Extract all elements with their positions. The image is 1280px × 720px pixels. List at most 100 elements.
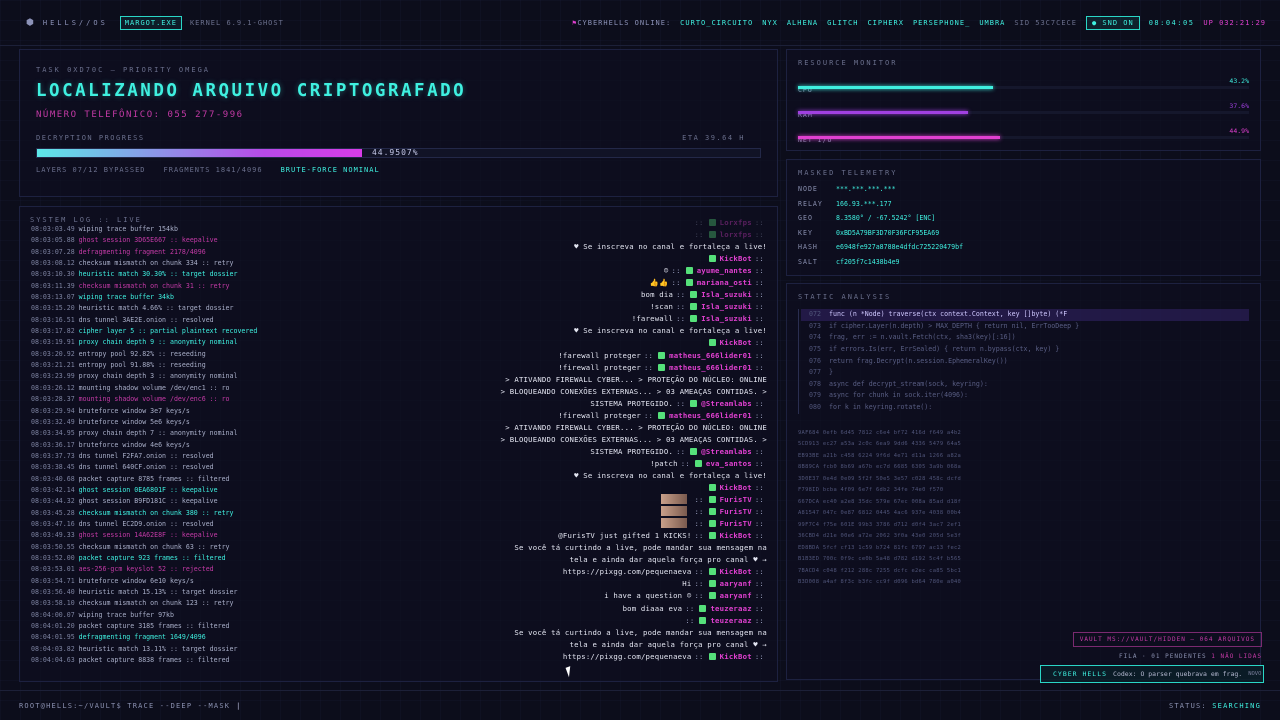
chat-line: i have a question ☺:: aaryanf:: (427, 590, 767, 602)
code-line: 077} (801, 367, 1249, 379)
chat-username[interactable]: teuzeraaz (710, 604, 751, 613)
badge-icon (699, 616, 707, 624)
chat-username[interactable]: teuzeraaz (710, 616, 751, 625)
log-line: 08:03:44.32 ghost session B9FD181C :: kee… (31, 496, 331, 507)
log-line: 08:03:50.55 checksum mismatch on chunk 63… (31, 542, 331, 553)
chat-separator: :: (643, 350, 654, 360)
chat-message: SISTEMA PROTEGIDO. (590, 398, 674, 408)
chat-username[interactable]: KickBot (720, 254, 752, 263)
code-line: 072 func (n *Node) traverse(ctx context.C… (801, 309, 1249, 321)
log-timestamp: 08:03:54.71 (31, 576, 75, 585)
telemetry-row: SALT cf205f7c1438b4e9 (798, 255, 1249, 270)
chat-message: !patch (650, 458, 678, 468)
chat-username[interactable]: ayume_nantes (697, 266, 752, 275)
log-line: 08:03:36.17 bruteforce window 4e6 keys/s (31, 440, 331, 451)
log-message: ghost session 14A62E8F :: keepalive (78, 531, 218, 540)
chat-message: tela e ainda dar aquela força pro canal … (569, 555, 767, 565)
chat-separator: :: (643, 410, 654, 420)
online-users: CURTO_CIRCUITO NYX ALHENA GLITCH CIPHERX PERS… (680, 19, 1005, 27)
chat-username[interactable]: KickBot (720, 338, 752, 347)
log-line: 08:03:47.16 dns tunnel EC2D9.onion :: res… (31, 519, 331, 530)
chat-username[interactable]: matheus_666lider01 (669, 351, 752, 360)
task-tag: TASK 0XD70C — PRIORITY OMEGA (36, 66, 211, 74)
online-user[interactable]: UMBRA (979, 19, 1005, 27)
telemetry-row: HASH e6948fe927a8788e4dfdc725220479bf (798, 240, 1249, 255)
chat-username[interactable]: Lorxfps (720, 218, 752, 227)
log-message: heuristic match 4.66% :: target dossier (78, 304, 234, 313)
badge-icon (658, 411, 666, 419)
badge-icon (708, 231, 716, 239)
chat-username[interactable]: lorxfps (720, 230, 752, 239)
chat-separator: :: (754, 350, 764, 360)
chat-username[interactable]: mariana_osti (697, 278, 752, 287)
chat-username[interactable]: aaryanf (720, 579, 752, 588)
log-message: heuristic match 30.30% :: target dossier (78, 270, 238, 279)
online-label: ⚑CYBERHELLS ONLINE: (572, 18, 672, 27)
user-pill[interactable]: MARGOT.EXE (119, 15, 182, 30)
log-line: 08:03:52.00 packet capture 923 frames :: … (31, 553, 331, 564)
log-lines: 08:03:03.49 wiping trace buffer 154kb 08:0… (31, 224, 331, 666)
notification-toast[interactable]: CYBER HELLS Codex: O parser quebrava em … (1040, 665, 1264, 683)
online-user[interactable]: CIPHERX (867, 19, 904, 27)
chat-username[interactable]: KickBot (720, 567, 752, 576)
log-timestamp: 08:03:40.68 (31, 474, 75, 483)
chat-username[interactable]: @Streamlabs (701, 399, 752, 408)
log-message: checksum mismatch on chunk 380 :: retry (78, 508, 234, 517)
line-number: 073 (809, 321, 821, 330)
code-text: if cipher.Layer(n.depth) > MAX_DEPTH { r… (829, 321, 1080, 330)
chat-username[interactable]: Isla_suzuki (701, 290, 752, 299)
chat-separator: :: (754, 567, 764, 577)
chat-username[interactable]: aaryanf (720, 591, 752, 600)
chat-username[interactable]: matheus_666lider01 (669, 411, 752, 420)
masked-telemetry-panel: MASKED TELEMETRY NODE ***.***.***.*** RELA… (786, 159, 1261, 276)
log-timestamp: 08:03:23.99 (31, 372, 75, 381)
line-number: 078 (809, 379, 821, 388)
chat-line: !farewall:: Isla_suzuki:: (427, 313, 767, 325)
badge-icon (708, 592, 716, 600)
telemetry-row: GEO 8.3580° / -67.5242° [ENC] (798, 211, 1249, 226)
chat-username[interactable]: matheus_666lider01 (669, 363, 752, 372)
resource-row: CPU 43.2% (798, 77, 1249, 94)
chat-line: bom dia:: Isla_suzuki:: (427, 289, 767, 301)
chat-username[interactable]: Isla_suzuki (701, 302, 752, 311)
chat-username[interactable]: FurisTV (720, 495, 752, 504)
chat-separator: :: (685, 615, 695, 625)
chat-username[interactable]: FurisTV (720, 519, 752, 528)
sound-toggle[interactable]: ● SND ON (1085, 15, 1140, 30)
log-line: 08:03:32.49 bruteforce window 5e6 keys/s (31, 417, 331, 428)
chat-username[interactable]: Isla_suzuki (701, 314, 752, 323)
chat-username[interactable]: KickBot (720, 652, 752, 661)
log-message: proxy chain depth 3 :: anonymity nominal (78, 372, 238, 381)
code-line: 075 if errors.Is(err, ErrSealed) { return… (801, 344, 1249, 356)
online-user[interactable]: ALHENA (787, 19, 818, 27)
chat-separator: :: (671, 266, 681, 276)
chat-message: > ATIVANDO FIREWALL CYBER... > PROTEÇÃO … (505, 422, 767, 432)
code-line: 076 return frag.Decrypt(n.session.Ephemer… (801, 356, 1249, 368)
log-line: 08:03:53.01 aes-256-gcm keyslot 52 :: rej… (31, 564, 331, 575)
resource-track (798, 136, 1249, 139)
chat-message: ♥ Se inscreva no canal e fortaleça a liv… (574, 326, 767, 336)
online-user[interactable]: GLITCH (827, 19, 858, 27)
chat-username[interactable]: KickBot (720, 483, 752, 492)
resource-fill (798, 111, 968, 114)
online-user[interactable]: CURTO_CIRCUITO (680, 19, 753, 27)
bottom-bar: ROOT@HELLS:~/VAULT$ TRACE --DEEP --MASK … (0, 690, 1280, 720)
chat-username[interactable]: FurisTV (720, 507, 752, 516)
online-user[interactable]: NYX (762, 19, 778, 27)
chat-line: !patch:: eva_santos:: (427, 458, 767, 470)
chat-separator: :: (754, 458, 764, 468)
log-timestamp: 08:03:52.00 (31, 553, 75, 562)
badge-icon (708, 484, 716, 492)
terminal-command[interactable]: ROOT@HELLS:~/VAULT$ TRACE --DEEP --MASK (19, 702, 230, 710)
top-bar: ⬢ HELLS//OS MARGOT.EXE KERNEL 6.9.1-GHOS… (0, 0, 1280, 46)
chat-username[interactable]: @Streamlabs (701, 447, 752, 456)
chat-message: 👍👍 (649, 278, 669, 288)
phone-number: NÚMERO TELEFÔNICO: 055 277-996 (36, 110, 244, 120)
chat-username[interactable]: eva_santos (706, 459, 752, 468)
log-timestamp: 08:03:47.16 (31, 519, 75, 528)
vault-path[interactable]: VAULT MS://VAULT/HIDDEN — 064 ARQUIVOS (1072, 632, 1262, 647)
chat-username[interactable]: KickBot (720, 531, 752, 540)
online-user[interactable]: PERSEPHONE_ (913, 19, 970, 27)
log-timestamp: 08:03:32.49 (31, 417, 75, 426)
chat-separator: :: (694, 495, 704, 505)
